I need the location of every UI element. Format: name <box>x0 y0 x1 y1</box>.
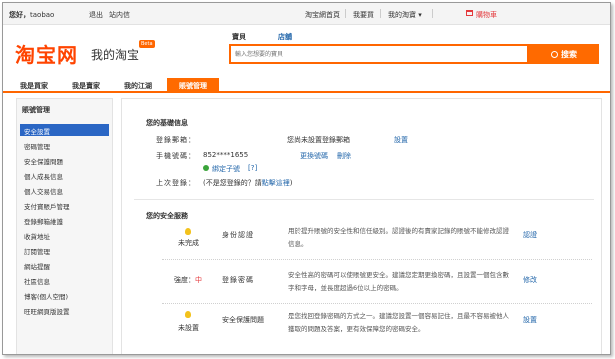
password-description: 安全性高的密碼可以使賬號更安全。建議您定期更換密碼，且設置一個包含數字和字母，並… <box>288 271 509 292</box>
search-button[interactable]: 搜索 <box>529 44 599 64</box>
messages-link[interactable]: 站内信 <box>109 10 130 20</box>
sidebar-item-wangwang[interactable]: 旺旺網頁版設置 <box>20 304 109 316</box>
question-name: 安全保護問題 <box>222 316 264 324</box>
search-icon <box>551 50 558 58</box>
click-here-link[interactable]: 點擊這裡 <box>262 179 290 187</box>
row-divider <box>162 303 592 304</box>
taobao-logo[interactable]: 淘宝网 <box>15 39 78 68</box>
search-tab-shops[interactable]: 店舖 <box>278 32 292 42</box>
last-login-label: 上次登錄： <box>156 179 196 187</box>
email-label: 登錄郵箱： <box>156 136 196 144</box>
help-link[interactable]: [?] <box>248 164 257 172</box>
email-set-link[interactable]: 設置 <box>394 135 408 145</box>
question-description: 是您找回登錄密碼的方式之一。建議您設置一個容易記住，且最不容易被他人獲取的問題及… <box>288 312 509 333</box>
identity-status: 未完成 <box>178 239 199 247</box>
identity-description: 用於提升賬號的安全性和信任級別。認證後的有賣家記錄的賬號不能修改認證信息。 <box>288 227 509 248</box>
password-modify-link[interactable]: 修改 <box>523 275 537 285</box>
password-strength: 強度：中 <box>174 276 202 284</box>
divider <box>345 9 346 18</box>
sidebar-item-growth[interactable]: 個人成長信息 <box>20 169 109 181</box>
bulb-icon <box>185 311 191 318</box>
main-nav: 我是買家 我是賣家 我的江湖 賬號管理 <box>3 75 610 93</box>
sidebar-item-reminder[interactable]: 網站提醒 <box>20 259 109 271</box>
nav-seller[interactable]: 我是賣家 <box>63 78 109 93</box>
page-frame: 您好，taobao 退出 站内信 淘宝網首頁 我要買 我的淘寶 ▾ 購物車 購物… <box>2 2 611 355</box>
main-panel: 您的基礎信息 登錄郵箱： 您尚未設置登錄郵箱 設置 手機號碼： 852****1… <box>121 98 602 354</box>
buy-link[interactable]: 我要買 <box>353 10 374 20</box>
sidebar-item-security[interactable]: 安全設置 <box>20 124 109 136</box>
sidebar: 賬號管理 安全設置 密碼管理 安全保護問題 個人成長信息 個人交易信息 支付寶賬… <box>16 98 113 354</box>
phone-value: 852****1655 <box>203 151 249 159</box>
search-input[interactable] <box>231 46 527 62</box>
divider <box>380 9 381 18</box>
sidebar-item-trade[interactable]: 個人交易信息 <box>20 184 109 196</box>
question-status: 未設置 <box>178 324 199 332</box>
bulb-icon <box>185 228 191 235</box>
sidebar-item-address[interactable]: 收貨地址 <box>20 229 109 241</box>
last-login-value: (不是您登錄的？請點擊這裡) <box>203 179 293 187</box>
email-value: 您尚未設置登錄郵箱 <box>287 136 350 144</box>
bind-subaccount-link[interactable]: 綁定子號 <box>212 164 240 174</box>
home-link[interactable]: 淘宝網首頁 <box>305 10 340 20</box>
divider <box>432 9 433 18</box>
my-taobao-menu[interactable]: 我的淘寶 ▾ <box>388 10 422 20</box>
password-name: 登錄密碼 <box>222 276 254 284</box>
search-tab-items[interactable]: 寶貝 <box>232 32 246 42</box>
nav-jianghu[interactable]: 我的江湖 <box>115 78 161 93</box>
plus-icon <box>203 165 209 171</box>
greeting-text: 您好，taobao <box>9 11 55 19</box>
nav-account[interactable]: 賬號管理 <box>167 78 219 93</box>
sidebar-item-password[interactable]: 密碼管理 <box>20 139 109 151</box>
sidebar-item-subscription[interactable]: 訂閱管理 <box>20 244 109 256</box>
sidebar-item-alipay[interactable]: 支付寶賬戶管理 <box>20 199 109 211</box>
nav-buyer[interactable]: 我是買家 <box>11 78 57 93</box>
phone-label: 手機號碼： <box>156 152 196 160</box>
phone-delete-link[interactable]: 刪除 <box>337 151 351 161</box>
sidebar-item-security-question[interactable]: 安全保護問題 <box>20 154 109 166</box>
logout-link[interactable]: 退出 <box>89 10 103 20</box>
phone-change-link[interactable]: 更換號碼 <box>300 151 328 161</box>
row-divider <box>162 259 592 260</box>
favorites-link[interactable]: 購物車 <box>481 10 502 20</box>
section-divider <box>134 199 594 200</box>
top-bar: 您好，taobao 退出 站内信 淘宝網首頁 我要買 我的淘寶 ▾ 購物車 購物… <box>3 3 610 25</box>
cart-icon <box>466 10 473 16</box>
sidebar-item-email[interactable]: 登錄郵箱維護 <box>20 214 109 226</box>
sidebar-item-community[interactable]: 社區信息 <box>20 274 109 286</box>
basic-info-title: 您的基礎信息 <box>146 119 188 127</box>
sidebar-title: 賬號管理 <box>22 106 50 114</box>
search-box <box>229 44 529 64</box>
question-set-link[interactable]: 設置 <box>523 315 537 325</box>
security-title: 您的安全服務 <box>146 212 188 220</box>
logo-subtitle: 我的淘宝 <box>91 48 140 62</box>
identity-name: 身份認證 <box>222 231 254 239</box>
beta-badge: Beta <box>139 40 155 48</box>
identity-verify-link[interactable]: 認證 <box>523 230 537 240</box>
sidebar-item-blog[interactable]: 博客(個人空間) <box>20 289 109 301</box>
